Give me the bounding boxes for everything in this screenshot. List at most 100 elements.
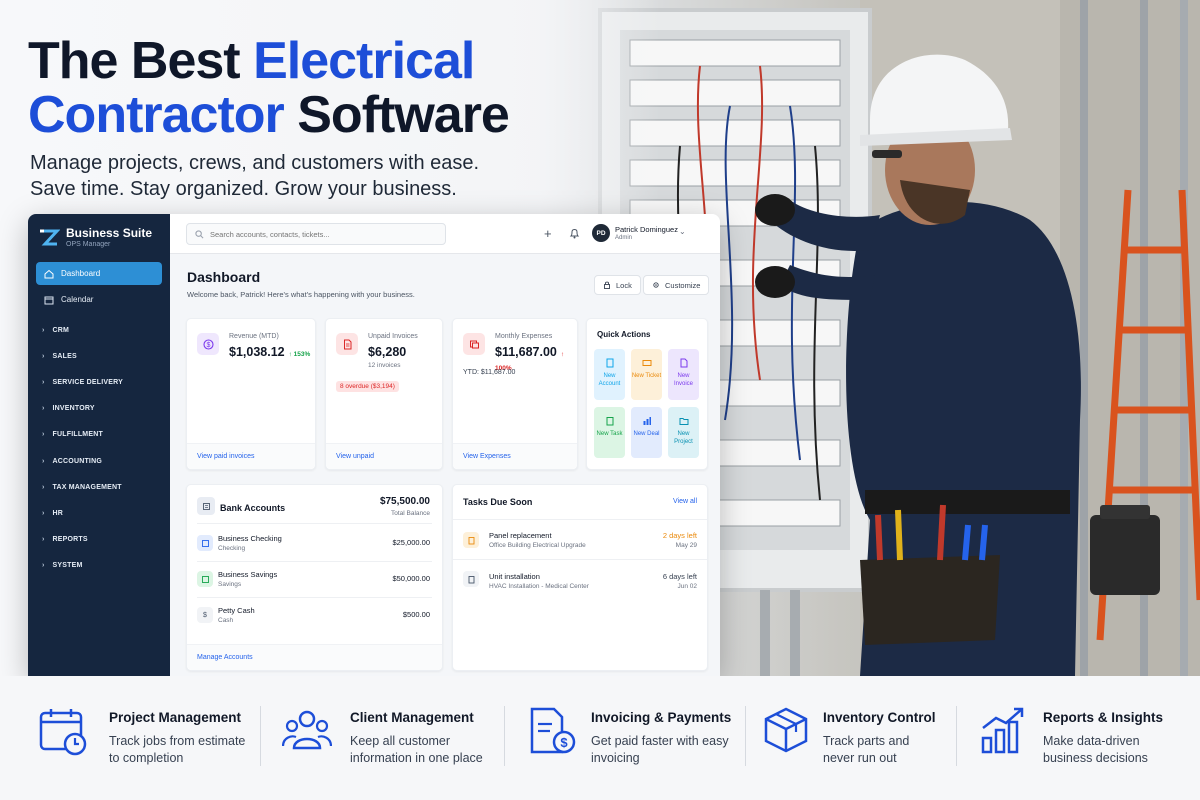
page-title: Dashboard [187, 269, 261, 285]
sidebar-item-label: Dashboard [61, 269, 101, 278]
quick-action-label: New Project [674, 431, 693, 445]
feature-desc: Get paid faster with easy invoicing [591, 734, 729, 765]
revenue-card: $ Revenue (MTD) $1,038.12 ↑ 153% View pai… [186, 318, 316, 470]
stat-delta: ↑ 153% [288, 351, 311, 358]
task-clipboard-icon [463, 532, 479, 548]
feature-divider [504, 706, 505, 766]
subheadline: Manage projects, crews, and customers wi… [30, 150, 479, 202]
divider [197, 597, 432, 598]
svg-text:$: $ [560, 735, 568, 750]
manage-accounts-link[interactable]: Manage Accounts [187, 644, 442, 670]
dollar-icon: $ [197, 333, 219, 355]
search-box[interactable] [186, 223, 446, 245]
folder-icon [679, 418, 688, 425]
sidebar-section-crm[interactable]: › CRM [28, 317, 170, 343]
total-balance-label: Total Balance [390, 510, 430, 517]
document-icon [680, 358, 687, 368]
user-name[interactable]: Patrick Dominguez [615, 225, 678, 234]
sidebar-item-calendar[interactable]: Calendar [36, 288, 162, 311]
calendar-clock-icon [39, 709, 87, 756]
stat-amount: $1,038.12 [229, 345, 285, 359]
account-type: Savings [218, 581, 242, 588]
new-account-button[interactable]: New Account [594, 349, 625, 400]
feature-title: Reports & Insights [1043, 710, 1164, 725]
task-name[interactable]: Panel replacement [489, 531, 552, 540]
quick-actions-title: Quick Actions [597, 330, 651, 339]
headline-highlight: Electrical [253, 32, 475, 90]
feature-desc: Keep all customer information in one pla… [350, 734, 483, 765]
sidebar-item-dashboard[interactable]: Dashboard [36, 262, 162, 285]
brand-name: Business Suite [66, 226, 153, 240]
sidebar-section-system[interactable]: › SYSTEM [28, 553, 170, 579]
sidebar-section-label: ACCOUNTING [52, 457, 102, 465]
people-icon [282, 710, 332, 750]
customize-button[interactable]: Customize [643, 275, 710, 295]
quick-action-label: New Deal [633, 431, 660, 437]
avatar[interactable]: PD [592, 224, 610, 242]
search-input[interactable] [210, 229, 430, 239]
chevron-right-icon: › [42, 352, 45, 360]
customize-label: Customize [665, 280, 701, 290]
task-date: Jun 02 [677, 583, 697, 590]
task-name[interactable]: Unit installation [489, 572, 540, 581]
feature-reports: Reports & Insights Make data-driven busi… [980, 676, 1180, 800]
bank-accounts-title: Bank Accounts [220, 503, 286, 513]
view-unpaid-link[interactable]: View unpaid [326, 443, 442, 469]
headline-text: Software [283, 86, 510, 144]
sidebar-section-accounting[interactable]: › ACCOUNTING [28, 448, 170, 474]
account-type: Checking [218, 545, 246, 552]
view-expenses-link[interactable]: View Expenses [453, 443, 577, 469]
sidebar-section-service-delivery[interactable]: › SERVICE DELIVERY [28, 369, 170, 395]
bank-accounts-card: Bank Accounts $75,500.00 Total Balance B… [186, 484, 443, 671]
view-all-link[interactable]: View all [673, 498, 697, 505]
main-content: Dashboard Welcome back, Patrick! Here's … [170, 254, 720, 676]
new-deal-button[interactable]: New Deal [631, 407, 662, 458]
calendar-icon [44, 296, 54, 304]
chevron-right-icon: › [42, 483, 45, 491]
task-project: Office Building Electrical Upgrade [489, 542, 586, 549]
divider [453, 519, 707, 520]
account-amount: $500.00 [402, 610, 430, 619]
sidebar-section-hr[interactable]: › HR [28, 500, 170, 526]
hero-section: The Best Electrical Contractor Software … [0, 0, 1200, 676]
feature-invoicing: $ Invoicing & Payments Get paid faster w… [528, 676, 743, 800]
sidebar-section-label: HR [52, 509, 64, 517]
account-name[interactable]: Business Checking [218, 534, 282, 543]
brand[interactable]: Business Suite OPS Manager [28, 214, 170, 252]
sidebar-section-reports[interactable]: › REPORTS [28, 527, 170, 553]
chevron-right-icon: › [42, 405, 45, 413]
box-icon [764, 707, 808, 753]
feature-project-management: Project Management Track jobs from estim… [38, 676, 258, 800]
feature-divider [260, 706, 261, 766]
welcome-text: Welcome back, Patrick! Here's what's hap… [187, 290, 415, 299]
new-ticket-button[interactable]: New Ticket [631, 349, 662, 400]
sidebar-section-tax-management[interactable]: › TAX MANAGEMENT [28, 474, 170, 500]
view-paid-invoices-link[interactable]: View paid invoices [187, 443, 315, 469]
add-button[interactable]: + [544, 227, 552, 240]
new-project-button[interactable]: New Project [668, 407, 699, 458]
lock-icon [604, 281, 610, 289]
headline-text: The Best [28, 32, 254, 90]
lock-button[interactable]: Lock [594, 275, 641, 295]
account-type: Cash [218, 617, 234, 624]
sidebar-section-fulfillment[interactable]: › FULFILLMENT [28, 422, 170, 448]
sidebar-section-sales[interactable]: › SALES [28, 343, 170, 369]
new-task-button[interactable]: New Task [594, 407, 625, 458]
feature-divider [956, 706, 957, 766]
receipt-icon [463, 333, 485, 355]
svg-text:$: $ [206, 342, 210, 349]
sidebar-section-label: INVENTORY [52, 405, 95, 413]
sidebar-section-inventory[interactable]: › INVENTORY [28, 396, 170, 422]
ytd-text: YTD: $11,687.00 [463, 369, 516, 376]
sidebar-item-label: Calendar [61, 295, 94, 304]
account-name[interactable]: Business Savings [218, 570, 277, 579]
new-invoice-button[interactable]: New Invoice [668, 349, 699, 400]
subheadline-line: Save time. Stay organized. Grow your bus… [30, 178, 457, 200]
tasks-title: Tasks Due Soon [463, 497, 533, 507]
subheadline-line: Manage projects, crews, and customers wi… [30, 152, 480, 174]
chevron-down-icon[interactable]: ⌄ [679, 227, 686, 236]
logo-icon [40, 229, 60, 246]
account-name[interactable]: Petty Cash [218, 606, 255, 615]
feature-title: Client Management [350, 710, 474, 725]
bell-icon[interactable] [569, 228, 580, 239]
